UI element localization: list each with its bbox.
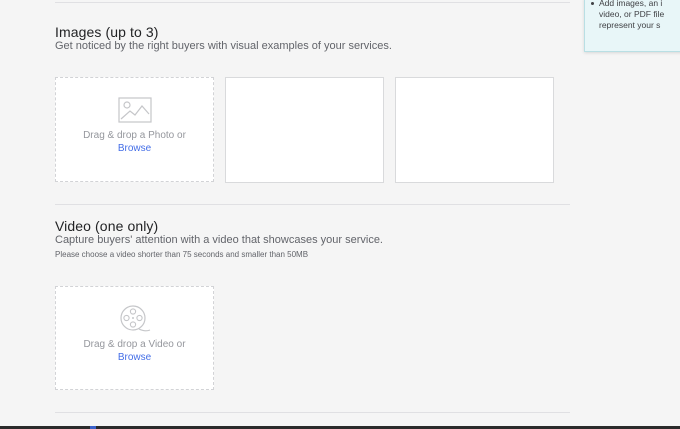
images-section-title: Images (up to 3): [55, 24, 159, 40]
images-section-description: Get noticed by the right buyers with vis…: [55, 40, 392, 52]
tips-panel: Add images, an i video, or PDF file repr…: [584, 0, 680, 52]
section-divider-top: [55, 2, 570, 3]
section-divider-middle: [55, 204, 570, 205]
tip-line-2: video, or PDF file: [599, 9, 665, 19]
video-browse-link[interactable]: Browse: [56, 351, 213, 364]
image-slot-3[interactable]: [395, 77, 554, 183]
section-divider-bottom: [55, 412, 570, 413]
photo-dropzone-text: Drag & drop a Photo or: [83, 130, 186, 141]
video-dropzone[interactable]: Drag & drop a Video or Browse: [55, 286, 214, 390]
image-slot-2[interactable]: [225, 77, 384, 183]
video-requirements-note: Please choose a video shorter than 75 se…: [55, 250, 309, 259]
video-section-title: Video (one only): [55, 218, 159, 234]
photo-dropzone[interactable]: Drag & drop a Photo or Browse: [55, 77, 214, 182]
video-section-description: Capture buyers' attention with a video t…: [55, 234, 383, 246]
gig-gallery-page: Add images, an i video, or PDF file repr…: [0, 0, 680, 429]
video-dropzone-text: Drag & drop a Video or: [83, 339, 186, 350]
tip-line-3: represent your s: [599, 20, 661, 30]
video-reel-icon: [119, 305, 150, 332]
image-icon: [117, 97, 152, 123]
tip-line-1: Add images, an i: [599, 0, 663, 8]
photo-browse-link[interactable]: Browse: [56, 142, 213, 155]
